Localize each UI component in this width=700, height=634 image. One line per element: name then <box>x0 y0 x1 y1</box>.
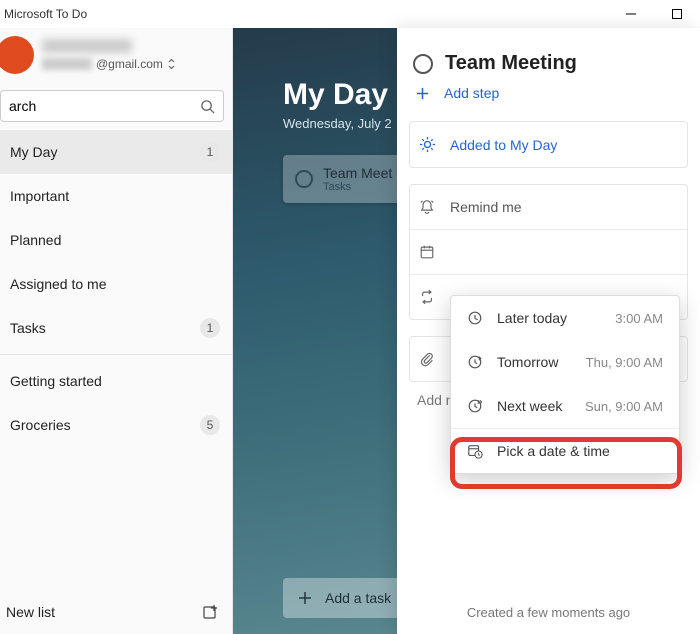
avatar <box>0 36 34 74</box>
paperclip-icon <box>418 351 436 367</box>
search-input[interactable] <box>9 98 200 114</box>
list-groceries[interactable]: Groceries 5 <box>0 403 232 447</box>
clock-forward-icon <box>467 354 483 370</box>
bell-icon <box>418 199 436 215</box>
created-label: Created a few moments ago <box>397 591 700 634</box>
title-bar: Microsoft To Do <box>0 0 700 28</box>
add-step-label: Add step <box>444 85 499 101</box>
app-title: Microsoft To Do <box>4 7 87 21</box>
my-day-label: Added to My Day <box>450 137 557 153</box>
new-group-icon[interactable] <box>202 603 220 621</box>
remind-label: Remind me <box>450 199 522 215</box>
option-label: Later today <box>497 310 567 326</box>
nav-label: Tasks <box>10 320 200 336</box>
repeat-icon <box>418 289 436 305</box>
count-badge: 5 <box>200 415 220 435</box>
count-badge: 1 <box>200 142 220 162</box>
option-time: Sun, 9:00 AM <box>585 399 663 414</box>
reminder-pick-date[interactable]: Pick a date & time <box>451 428 679 473</box>
option-label: Pick a date & time <box>497 443 610 459</box>
sidebar: @gmail.com My Day 1 Important Planned <box>0 28 233 634</box>
maximize-button[interactable] <box>654 0 700 28</box>
clock-double-forward-icon <box>467 398 483 414</box>
option-time: 3:00 AM <box>615 311 663 326</box>
account-email: @gmail.com <box>42 57 176 71</box>
new-list-button[interactable]: New list <box>0 590 232 634</box>
task-title: Team Meet <box>323 165 392 181</box>
add-step-button[interactable]: Add step <box>397 75 700 113</box>
nav-label: Important <box>10 188 220 204</box>
nav-tasks[interactable]: Tasks 1 <box>0 306 232 350</box>
nav-label: Groceries <box>10 417 200 433</box>
calendar-clock-icon <box>467 443 483 459</box>
option-label: Tomorrow <box>497 354 558 370</box>
nav-label: Assigned to me <box>10 276 220 292</box>
plus-icon <box>415 86 430 101</box>
divider <box>0 354 232 355</box>
nav-my-day[interactable]: My Day 1 <box>0 130 232 174</box>
account-name <box>42 39 132 53</box>
nav-assigned[interactable]: Assigned to me <box>0 262 232 306</box>
option-time: Thu, 9:00 AM <box>586 355 663 370</box>
task-header: Team Meeting <box>397 28 700 75</box>
count-badge: 1 <box>200 318 220 338</box>
reminder-next-week[interactable]: Next week Sun, 9:00 AM <box>451 384 679 428</box>
nav-list: My Day 1 Important Planned Assigned to m… <box>0 130 232 447</box>
calendar-icon <box>418 244 436 260</box>
search-icon <box>200 99 215 114</box>
reminder-popup: Later today 3:00 AM Tomorrow Thu, 9:00 A… <box>450 295 680 474</box>
due-date-button[interactable] <box>410 229 687 274</box>
list-getting-started[interactable]: Getting started <box>0 359 232 403</box>
task-subtitle: Tasks <box>323 181 392 193</box>
remind-me-button[interactable]: Remind me <box>410 185 687 229</box>
nav-label: Getting started <box>10 373 220 389</box>
add-task-label: Add a task <box>325 590 391 606</box>
new-list-label: New list <box>6 604 202 620</box>
complete-checkbox[interactable] <box>295 170 313 188</box>
nav-important[interactable]: Important <box>0 174 232 218</box>
complete-checkbox[interactable] <box>413 54 433 74</box>
plus-icon <box>297 590 313 606</box>
search-box[interactable] <box>0 90 224 122</box>
my-day-toggle[interactable]: Added to My Day <box>410 122 687 167</box>
window-controls <box>608 0 700 28</box>
reminder-tomorrow[interactable]: Tomorrow Thu, 9:00 AM <box>451 340 679 384</box>
detail-title[interactable]: Team Meeting <box>445 52 577 75</box>
reminder-later-today[interactable]: Later today 3:00 AM <box>451 296 679 340</box>
nav-label: My Day <box>10 144 200 160</box>
chevron-updown-icon <box>167 58 176 70</box>
nav-planned[interactable]: Planned <box>0 218 232 262</box>
nav-label: Planned <box>10 232 220 248</box>
sun-icon <box>418 136 436 153</box>
clock-later-icon <box>467 310 483 326</box>
option-label: Next week <box>497 398 562 414</box>
minimize-button[interactable] <box>608 0 654 28</box>
account-header[interactable]: @gmail.com <box>0 28 232 86</box>
